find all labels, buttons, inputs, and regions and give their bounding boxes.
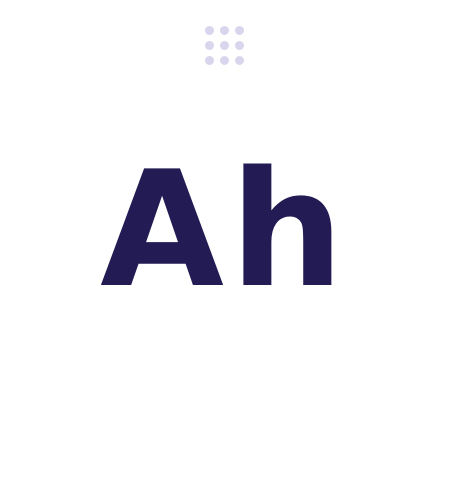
grip-dot xyxy=(235,26,244,35)
grip-dot xyxy=(235,56,244,65)
font-preview-text: Ah xyxy=(100,136,350,323)
grip-dot xyxy=(235,41,244,50)
grip-dot xyxy=(220,41,229,50)
grip-dot xyxy=(205,41,214,50)
grip-dot xyxy=(220,56,229,65)
grip-dots-icon[interactable] xyxy=(205,26,245,66)
grip-dot xyxy=(205,56,214,65)
grip-dot xyxy=(220,26,229,35)
grip-dot xyxy=(205,26,214,35)
